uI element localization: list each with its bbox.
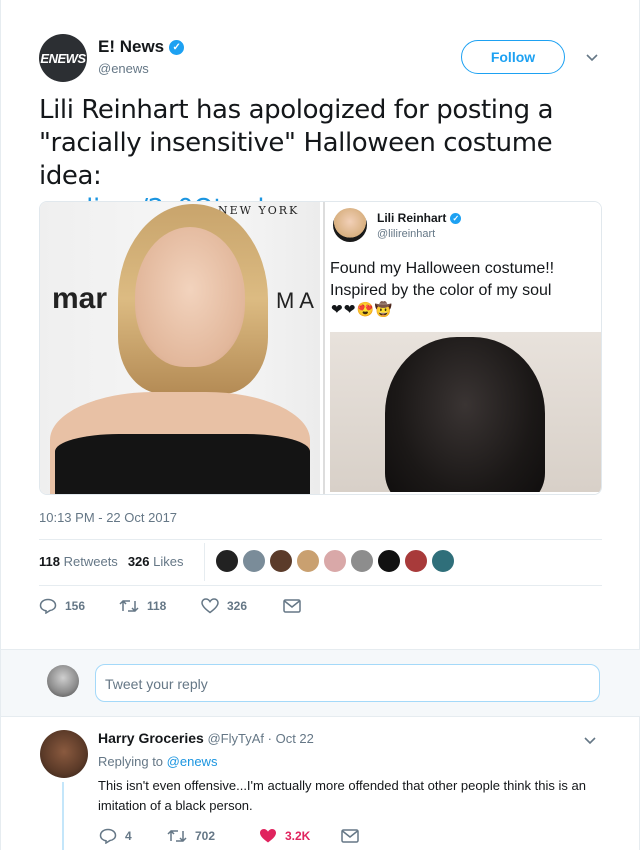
embedded-emojis: ❤❤😍🤠 [331, 301, 394, 317]
likers-avatars[interactable] [215, 549, 455, 573]
backdrop-text-ny: NEW YORK [218, 204, 300, 217]
envelope-icon [341, 829, 359, 843]
like-action[interactable]: 326 [201, 598, 283, 614]
author-name-row[interactable]: E! News ✓ [98, 37, 185, 57]
tweet-body: Lili Reinhart has apologized for posting… [39, 95, 554, 191]
liker-avatar[interactable] [215, 549, 239, 573]
current-user-avatar[interactable] [47, 665, 79, 697]
reply-dm-action[interactable] [341, 829, 359, 843]
reply-header: Harry Groceries @FlyTyAf · Oct 22 [98, 730, 314, 746]
retweets-stat-count: 118 [39, 554, 60, 569]
reply-reply-action[interactable]: 4 [99, 828, 167, 844]
reply-tweet[interactable]: Harry Groceries @FlyTyAf · Oct 22 Replyi… [1, 718, 640, 850]
replying-to-prefix: Replying to [98, 754, 164, 769]
liker-avatar[interactable] [350, 549, 374, 573]
embedded-name-row: Lili Reinhart ✓ [377, 211, 462, 225]
retweet-icon [119, 599, 139, 613]
embedded-avatar [333, 208, 367, 242]
heart-icon [201, 598, 219, 614]
retweet-action[interactable]: 118 [119, 598, 201, 614]
reply-actions: 4 702 3.2K [99, 828, 359, 844]
divider [39, 585, 602, 586]
likes-stat-label: Likes [153, 554, 184, 569]
reply-author-handle[interactable]: @FlyTyAf [207, 731, 264, 746]
chevron-down-icon[interactable] [584, 732, 596, 750]
direct-message-action[interactable] [283, 599, 301, 613]
tweet-timestamp[interactable]: 10:13 PM - 22 Oct 2017 [39, 510, 177, 525]
creature-shape [385, 337, 545, 492]
embedded-text: Found my Halloween costume!! Inspired by… [330, 260, 555, 299]
backdrop-text-mar: mar [52, 282, 108, 315]
liker-avatar[interactable] [323, 549, 347, 573]
author-display-name[interactable]: E! News [98, 37, 164, 57]
media-photo-portrait[interactable]: NEW YORK mar M A [40, 202, 320, 494]
replying-to-handle[interactable]: @enews [167, 754, 218, 769]
liker-avatar[interactable] [377, 549, 401, 573]
reply-author-name[interactable]: Harry Groceries [98, 730, 204, 746]
heart-filled-icon [260, 829, 276, 843]
liker-avatar[interactable] [242, 549, 266, 573]
tweet-actions: 156 118 326 [39, 598, 301, 614]
reply-like-action[interactable]: 3.2K [259, 828, 341, 844]
reply-reply-count: 4 [125, 829, 132, 843]
tweet-stats: 118 Retweets 326 Likes [39, 554, 184, 569]
embedded-name: Lili Reinhart [377, 211, 447, 225]
reply-action[interactable]: 156 [39, 598, 119, 614]
replying-to: Replying to @enews [98, 754, 217, 769]
media-photo-screenshot[interactable]: Lili Reinhart ✓ @lilireinhart Found my H… [323, 202, 601, 494]
reply-author-avatar[interactable] [40, 730, 88, 778]
retweet-icon [167, 829, 187, 843]
liker-avatar[interactable] [404, 549, 428, 573]
stats-separator [204, 543, 205, 581]
reply-count: 156 [65, 599, 86, 613]
verified-badge-icon: ✓ [169, 39, 185, 55]
reply-retweet-action[interactable]: 702 [167, 828, 259, 844]
reply-retweet-count: 702 [195, 829, 216, 843]
reply-like-count: 3.2K [285, 829, 311, 843]
liker-avatar[interactable] [431, 549, 455, 573]
likes-stat[interactable]: 326 Likes [128, 554, 184, 569]
chevron-down-icon[interactable] [584, 50, 600, 66]
thread-line [62, 782, 64, 850]
reply-icon [99, 828, 117, 844]
retweet-count: 118 [147, 599, 167, 613]
likes-stat-count: 326 [127, 554, 150, 569]
author-handle[interactable]: @enews [98, 61, 149, 76]
embedded-handle: @lilireinhart [377, 228, 436, 240]
author-avatar[interactable]: ENEWS [39, 34, 87, 82]
like-count: 326 [227, 599, 248, 613]
dress-shape [55, 434, 310, 494]
divider [39, 539, 602, 540]
envelope-icon [283, 599, 301, 613]
liker-avatar[interactable] [296, 549, 320, 573]
retweets-stat-label: Retweets [63, 554, 118, 569]
reply-icon [39, 598, 57, 614]
face-shape [135, 227, 245, 367]
liker-avatar[interactable] [269, 549, 293, 573]
tweet-permalink-frame: ENEWS E! News ✓ @enews Follow Lili Reinh… [0, 0, 640, 850]
reply-input[interactable]: Tweet your reply [95, 664, 600, 702]
backdrop-text-ma: M A [276, 288, 314, 313]
embedded-verified-icon: ✓ [450, 212, 462, 224]
avatar-logo-text: ENEWS [40, 50, 86, 66]
follow-button[interactable]: Follow [461, 40, 565, 74]
reply-text: This isn't even offensive...I'm actually… [98, 778, 586, 813]
tweet-media[interactable]: NEW YORK mar M A Lili Reinhart ✓ @lilire… [39, 201, 602, 495]
retweets-stat[interactable]: 118 Retweets [39, 554, 118, 569]
reply-date[interactable]: · Oct 22 [268, 731, 314, 746]
embedded-costume-photo [330, 332, 601, 492]
